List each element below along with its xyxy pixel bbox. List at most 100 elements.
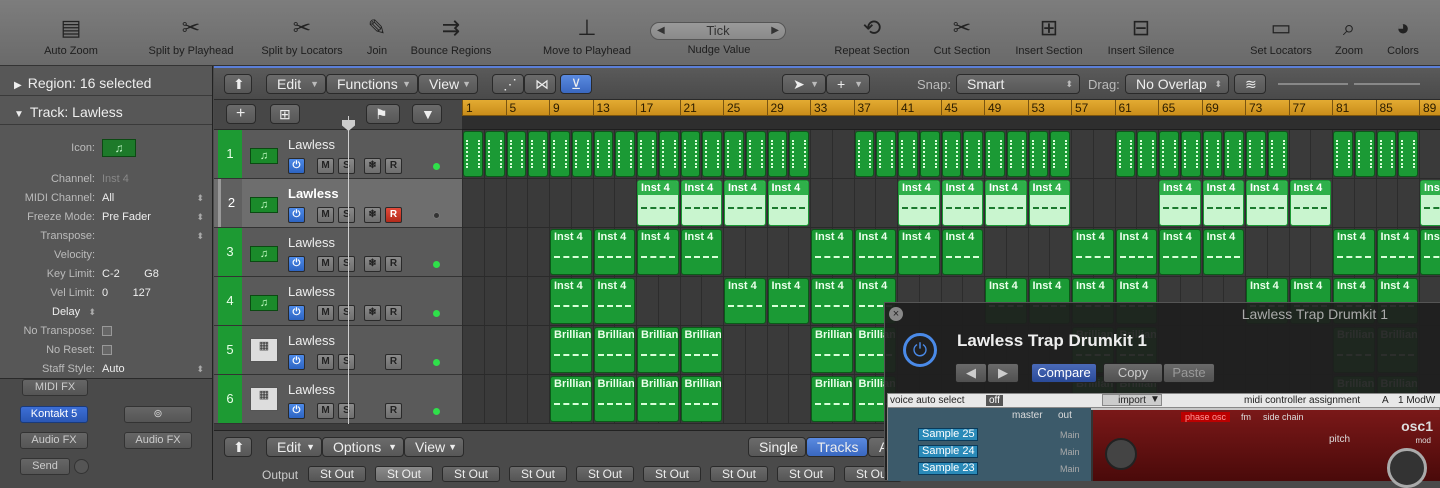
midi-region[interactable]: Brillian bbox=[811, 376, 853, 422]
midi-region[interactable] bbox=[876, 131, 896, 177]
midi-region[interactable]: Inst 4 bbox=[1246, 180, 1288, 226]
midi-region[interactable]: Inst 4 bbox=[985, 180, 1027, 226]
stepper-icon[interactable]: ⬍ bbox=[196, 360, 204, 379]
secondary-tool-menu[interactable]: + ▼ bbox=[826, 74, 870, 94]
solo-button[interactable]: S bbox=[338, 354, 355, 370]
param-velocity[interactable]: Velocity: bbox=[0, 246, 212, 265]
power-icon[interactable]: ⏻ bbox=[288, 158, 305, 174]
nudge-value-stepper[interactable]: ◀ Tick ▶ bbox=[650, 22, 786, 40]
close-icon[interactable]: × bbox=[889, 307, 903, 321]
track-icon-well[interactable]: ♫ bbox=[102, 139, 136, 157]
auto-zoom-button[interactable]: ▤ Auto Zoom bbox=[40, 0, 102, 66]
midi-region[interactable] bbox=[1224, 131, 1244, 177]
bar-ruler[interactable]: 1 5 9 13 17 21 25 29 33 37 41 45 49 53 57 61 65 69 73 77 81 8… bbox=[462, 100, 1440, 116]
filter-button[interactable]: ⊻ bbox=[560, 74, 592, 94]
view-menu[interactable]: View ▼ bbox=[418, 74, 478, 94]
global-tracks-button[interactable]: ▼ bbox=[412, 104, 442, 124]
midi-region[interactable]: Brillian bbox=[680, 327, 722, 373]
midi-region[interactable]: Inst 4 bbox=[1159, 229, 1201, 275]
midi-region[interactable]: Inst 4 bbox=[767, 180, 809, 226]
midi-region[interactable]: Inst 4 bbox=[767, 278, 809, 324]
add-track-button[interactable]: + bbox=[226, 104, 256, 124]
midi-region[interactable] bbox=[1354, 131, 1375, 177]
track-name[interactable]: Lawless bbox=[288, 137, 335, 152]
midi-region[interactable] bbox=[767, 131, 788, 177]
tab-phase-osc[interactable]: phase osc bbox=[1181, 412, 1231, 422]
param-freeze-mode[interactable]: Freeze Mode: Pre Fader ⬍ bbox=[0, 208, 212, 227]
tab-side-chain[interactable]: side chain bbox=[1263, 412, 1304, 422]
copy-button[interactable]: Copy bbox=[1103, 363, 1163, 383]
paste-button[interactable]: Paste bbox=[1163, 363, 1215, 383]
midi-region[interactable]: Inst 4 bbox=[637, 229, 679, 275]
region-inspector-header[interactable]: ▶ Region: 16 selected bbox=[0, 70, 212, 96]
midi-region[interactable]: Inst 4 bbox=[811, 229, 853, 275]
midi-region[interactable] bbox=[550, 131, 570, 177]
param-key-limit[interactable]: Key Limit: C-2 G8 bbox=[0, 265, 212, 284]
midi-region[interactable] bbox=[1376, 131, 1397, 177]
mute-button[interactable]: M bbox=[317, 256, 334, 272]
stepper-icon[interactable]: ⬍ bbox=[196, 208, 204, 227]
freeze-icon[interactable]: ❄ bbox=[364, 305, 381, 321]
previous-preset-button[interactable]: ◀ bbox=[955, 363, 987, 383]
midi-region[interactable]: Inst 4 bbox=[1333, 229, 1375, 275]
insert-section-button[interactable]: ⊞ Insert Section bbox=[1012, 0, 1086, 66]
split-by-playhead-button[interactable]: ✂ Split by Playhead bbox=[145, 0, 237, 66]
midi-region[interactable]: Inst 4 bbox=[1420, 180, 1440, 226]
midi-region[interactable] bbox=[571, 131, 592, 177]
move-to-playhead-button[interactable]: ⊥ Move to Playhead bbox=[540, 0, 634, 66]
flex-button[interactable]: ⋈ bbox=[524, 74, 556, 94]
param-transpose[interactable]: Transpose: ⬍ bbox=[0, 227, 212, 246]
midi-region[interactable] bbox=[1267, 131, 1288, 177]
midi-region[interactable]: Inst 4 bbox=[724, 180, 766, 226]
mute-button[interactable]: M bbox=[317, 403, 334, 419]
midi-region[interactable] bbox=[1050, 131, 1070, 177]
midi-region[interactable] bbox=[528, 131, 548, 177]
split-by-locators-button[interactable]: ✂ Split by Locators bbox=[256, 0, 348, 66]
freeze-icon[interactable]: ❄ bbox=[364, 207, 381, 223]
track-header[interactable]: 4 ♫ Lawless ⏻ M S ❄ R bbox=[214, 277, 462, 326]
mixer-view-menu[interactable]: View ▼ bbox=[404, 437, 464, 457]
track-inspector-header[interactable]: ▼ Track: Lawless bbox=[0, 99, 212, 125]
audio-fx-slot-left[interactable]: Audio FX bbox=[20, 432, 88, 449]
pointer-tool-menu[interactable]: ➤ ▼ bbox=[782, 74, 826, 94]
freeze-icon[interactable]: ❄ bbox=[364, 256, 381, 272]
track-header[interactable]: 5 ▦ Lawless ⏻ M S R bbox=[214, 326, 462, 375]
record-enable-button[interactable]: R bbox=[385, 403, 402, 419]
solo-button[interactable]: S bbox=[338, 207, 355, 223]
mixer-tracks-tab[interactable]: Tracks bbox=[806, 437, 868, 457]
midi-region[interactable]: Inst 4 bbox=[593, 278, 635, 324]
midi-region[interactable]: Inst 4 bbox=[1202, 180, 1244, 226]
record-enable-button[interactable]: R bbox=[385, 207, 402, 223]
snap-select[interactable]: Smart ⬍ bbox=[956, 74, 1080, 94]
sample-row[interactable]: Sample 24 bbox=[918, 445, 978, 458]
horizontal-zoom-slider[interactable] bbox=[1354, 83, 1420, 85]
midi-region[interactable] bbox=[1398, 131, 1418, 177]
track-name[interactable]: Lawless bbox=[288, 284, 335, 299]
mute-button[interactable]: M bbox=[317, 158, 334, 174]
midi-region[interactable] bbox=[637, 131, 657, 177]
midi-region[interactable]: Inst 4 bbox=[1376, 229, 1418, 275]
stepper-icon[interactable]: ⬍ bbox=[196, 227, 204, 246]
next-preset-button[interactable]: ▶ bbox=[987, 363, 1019, 383]
cut-section-button[interactable]: ✂ Cut Section bbox=[930, 0, 994, 66]
automation-button[interactable]: ⋰ bbox=[492, 74, 524, 94]
solo-button[interactable]: S bbox=[338, 158, 355, 174]
mixer-catch-button[interactable]: ⬆ bbox=[224, 437, 252, 457]
record-enable-button[interactable]: R bbox=[385, 305, 402, 321]
vertical-zoom-slider[interactable] bbox=[1278, 83, 1348, 85]
send-slot[interactable]: Send bbox=[20, 458, 70, 475]
solo-button[interactable]: S bbox=[338, 256, 355, 272]
mixer-edit-menu[interactable]: Edit ▼ bbox=[266, 437, 322, 457]
stepper-icon[interactable]: ⬍ bbox=[196, 189, 204, 208]
midi-region[interactable]: Brillian bbox=[550, 376, 592, 422]
track-name[interactable]: Lawless bbox=[288, 382, 335, 397]
bounce-regions-button[interactable]: ⇉ Bounce Regions bbox=[407, 0, 495, 66]
preset-name[interactable]: Lawless Trap Drumkit 1 bbox=[957, 331, 1147, 351]
midi-region[interactable]: Inst 4 bbox=[1202, 229, 1244, 275]
track-header[interactable]: 2 ♫ Lawless ⏻ M S ❄ R bbox=[214, 179, 462, 228]
midi-region[interactable]: Brillian bbox=[811, 327, 853, 373]
midi-region[interactable]: Inst 4 bbox=[680, 229, 722, 275]
midi-region[interactable] bbox=[745, 131, 766, 177]
midi-region[interactable]: Inst 4 bbox=[724, 278, 766, 324]
midi-region[interactable]: Inst 4 bbox=[1159, 180, 1201, 226]
